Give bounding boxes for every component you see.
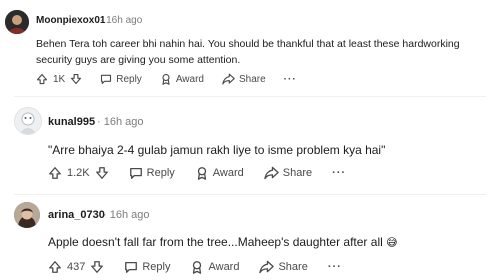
award-button[interactable]: Award bbox=[190, 260, 239, 274]
upvote-icon[interactable] bbox=[48, 260, 62, 274]
award-icon bbox=[193, 261, 202, 274]
avatar-image-icon bbox=[14, 202, 40, 228]
timestamp: · 16h ago bbox=[103, 209, 150, 221]
comment-body: Apple doesn't fall far from the tree...M… bbox=[48, 233, 488, 252]
share-button[interactable]: Share bbox=[259, 260, 308, 274]
more-options-icon: ··· bbox=[327, 261, 342, 273]
sweat-smile-emoji-icon: 😅 bbox=[386, 237, 398, 249]
comment-3: arina_0730 · 16h ago Apple doesn't fall … bbox=[0, 0, 500, 280]
vote-controls: 437 bbox=[48, 260, 104, 274]
comment-text: Apple doesn't fall far from the tree...M… bbox=[48, 235, 383, 249]
downvote-icon[interactable] bbox=[90, 260, 104, 274]
award-label: Award bbox=[208, 261, 240, 273]
comment-actions: 437 Reply Award Share ··· bbox=[48, 258, 342, 276]
reply-button[interactable]: Reply bbox=[124, 260, 170, 274]
reply-label: Reply bbox=[142, 261, 171, 273]
reply-icon bbox=[125, 261, 138, 273]
more-options-button[interactable]: ··· bbox=[328, 261, 342, 273]
share-icon bbox=[259, 260, 275, 274]
share-label: Share bbox=[278, 261, 308, 273]
username[interactable]: arina_0730 bbox=[48, 209, 105, 221]
avatar[interactable] bbox=[14, 202, 40, 228]
vote-count: 437 bbox=[67, 261, 86, 273]
